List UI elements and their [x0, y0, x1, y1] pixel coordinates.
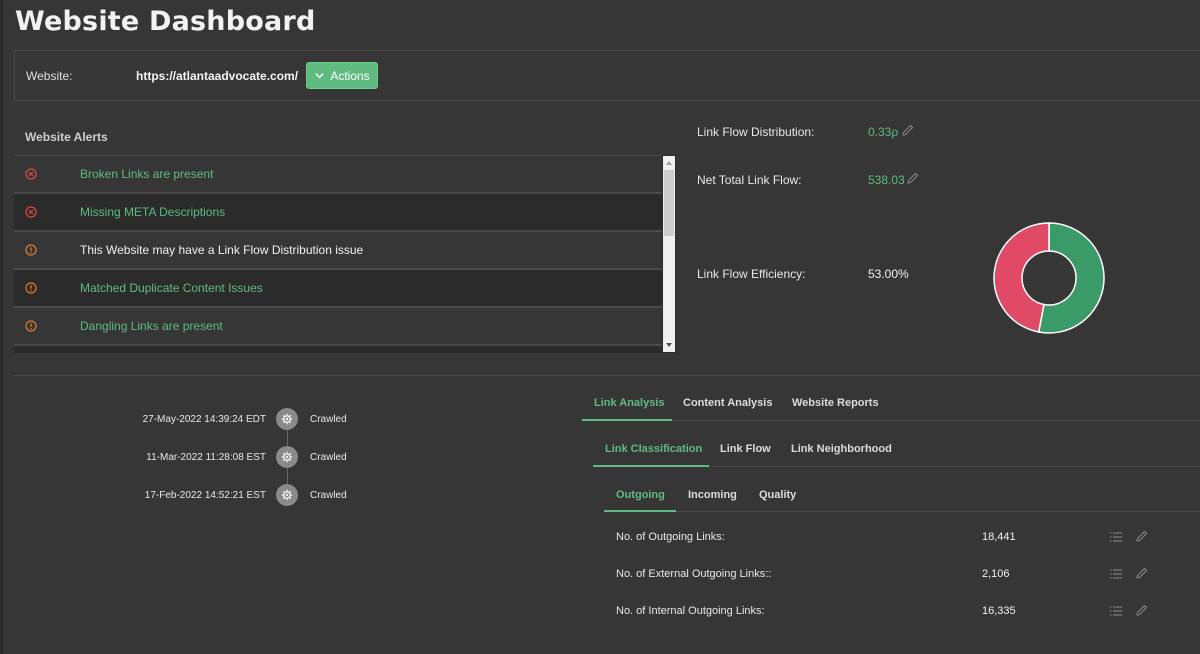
gear-icon	[281, 413, 293, 425]
timeline-node[interactable]	[276, 446, 298, 468]
alerts-list: Broken Links are present Missing META De…	[14, 155, 662, 353]
actions-button[interactable]: Actions	[306, 62, 378, 89]
website-url: https://atlantaadvocate.com/	[136, 69, 299, 83]
scrollbar-thumb[interactable]	[664, 170, 674, 236]
tab-link-flow[interactable]: Link Flow	[720, 443, 771, 455]
left-edge	[0, 0, 3, 654]
alert-item: Missing META Descriptions	[14, 194, 662, 232]
stat-label: No. of External Outgoing Links::	[616, 568, 772, 580]
timeline-node[interactable]	[276, 484, 298, 506]
edit-pencil-icon[interactable]	[1135, 530, 1148, 543]
gear-icon	[281, 451, 293, 463]
timeline-date: 27-May-2022 14:39:24 EDT	[142, 414, 266, 425]
timeline-status: Crawled	[310, 490, 347, 501]
alert-item: This Website may have a Link Flow Distri…	[14, 232, 662, 270]
tab-link-classification[interactable]: Link Classification	[605, 443, 702, 455]
third-tabbar	[604, 511, 1200, 512]
tab-outgoing[interactable]: Outgoing	[616, 489, 665, 501]
sub-tab-indicator	[593, 465, 709, 467]
edit-pencil-icon[interactable]	[901, 124, 914, 137]
alert-link[interactable]: Dangling Links are present	[80, 319, 223, 333]
tab-quality[interactable]: Quality	[759, 489, 796, 501]
chevron-down-icon	[315, 73, 324, 79]
tab-website-reports[interactable]: Website Reports	[792, 397, 879, 409]
list-icon[interactable]	[1110, 569, 1122, 579]
main-tab-indicator	[582, 419, 672, 421]
link-flow-efficiency-value: 53.00%	[868, 267, 909, 281]
net-total-link-flow-value: 538.03	[868, 173, 905, 187]
timeline-node[interactable]	[276, 408, 298, 430]
alert-item: Broken Links are present	[14, 156, 662, 194]
tab-content-analysis[interactable]: Content Analysis	[683, 397, 772, 409]
list-icon[interactable]	[1110, 532, 1122, 542]
donut-slice-inefficient	[993, 222, 1050, 333]
main-tabbar	[582, 420, 1200, 421]
x-circle-icon	[25, 206, 37, 218]
timeline-status: Crawled	[310, 452, 347, 463]
gear-icon	[281, 489, 293, 501]
link-flow-distribution-label: Link Flow Distribution:	[697, 125, 815, 139]
tab-link-neighborhood[interactable]: Link Neighborhood	[791, 443, 892, 455]
alerts-title: Website Alerts	[25, 130, 108, 144]
exclamation-circle-icon	[25, 244, 37, 256]
alert-item: Matched Duplicate Content Issues	[14, 270, 662, 308]
section-divider	[14, 375, 1200, 376]
alert-text: This Website may have a Link Flow Distri…	[80, 243, 364, 257]
scroll-down-arrow-icon[interactable]	[666, 343, 672, 347]
stat-value: 2,106	[982, 568, 1010, 580]
list-icon[interactable]	[1110, 606, 1122, 616]
alert-link[interactable]: Matched Duplicate Content Issues	[80, 281, 263, 295]
alerts-scrollbar[interactable]	[662, 155, 676, 353]
stat-value: 16,335	[982, 605, 1016, 617]
timeline-status: Crawled	[310, 414, 347, 425]
page-title: Website Dashboard	[15, 6, 316, 37]
actions-button-label: Actions	[330, 68, 370, 83]
alert-item: Dangling Links are present	[14, 308, 662, 346]
tab-incoming[interactable]: Incoming	[688, 489, 737, 501]
edit-pencil-icon[interactable]	[1135, 604, 1148, 617]
exclamation-circle-icon	[25, 282, 37, 294]
timeline-date: 17-Feb-2022 14:52:21 EST	[144, 490, 266, 501]
link-flow-efficiency-donut-chart	[993, 222, 1105, 334]
timeline-date: 11-Mar-2022 11:28:08 EST	[146, 452, 266, 463]
link-flow-distribution-value: 0.33ρ	[868, 125, 899, 139]
alert-link[interactable]: Broken Links are present	[80, 167, 213, 181]
alert-item-partial	[14, 346, 662, 353]
alert-link[interactable]: Missing META Descriptions	[80, 205, 225, 219]
website-label: Website:	[26, 69, 73, 83]
website-panel: Website: https://atlantaadvocate.com/ Ac…	[14, 50, 1200, 101]
link-flow-efficiency-label: Link Flow Efficiency:	[697, 267, 806, 281]
scroll-up-arrow-icon[interactable]	[666, 161, 672, 165]
net-total-link-flow-label: Net Total Link Flow:	[697, 173, 802, 187]
stat-value: 18,441	[982, 531, 1016, 543]
edit-pencil-icon[interactable]	[906, 172, 919, 185]
stat-label: No. of Internal Outgoing Links:	[616, 605, 765, 617]
exclamation-circle-icon	[25, 320, 37, 332]
stat-label: No. of Outgoing Links:	[616, 531, 725, 543]
x-circle-icon	[25, 168, 37, 180]
tab-link-analysis[interactable]: Link Analysis	[594, 397, 665, 409]
edit-pencil-icon[interactable]	[1135, 567, 1148, 580]
third-tab-indicator	[604, 510, 676, 512]
